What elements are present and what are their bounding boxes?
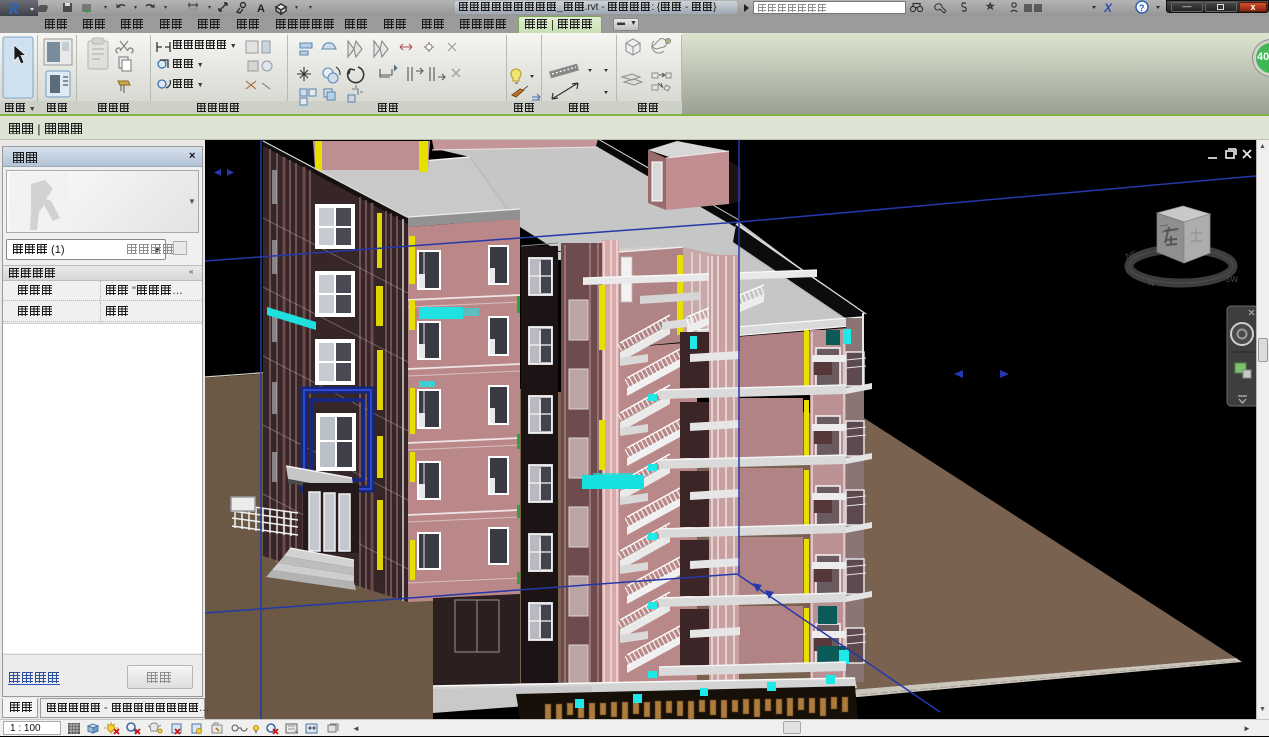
svg-text:X: X (1103, 1, 1113, 15)
svg-text:N: N (1148, 279, 1154, 288)
svg-text:R: R (7, 0, 19, 16)
svg-text:A: A (257, 3, 265, 15)
svg-text:SW: SW (1225, 275, 1238, 284)
svg-text:?: ? (1139, 3, 1145, 13)
